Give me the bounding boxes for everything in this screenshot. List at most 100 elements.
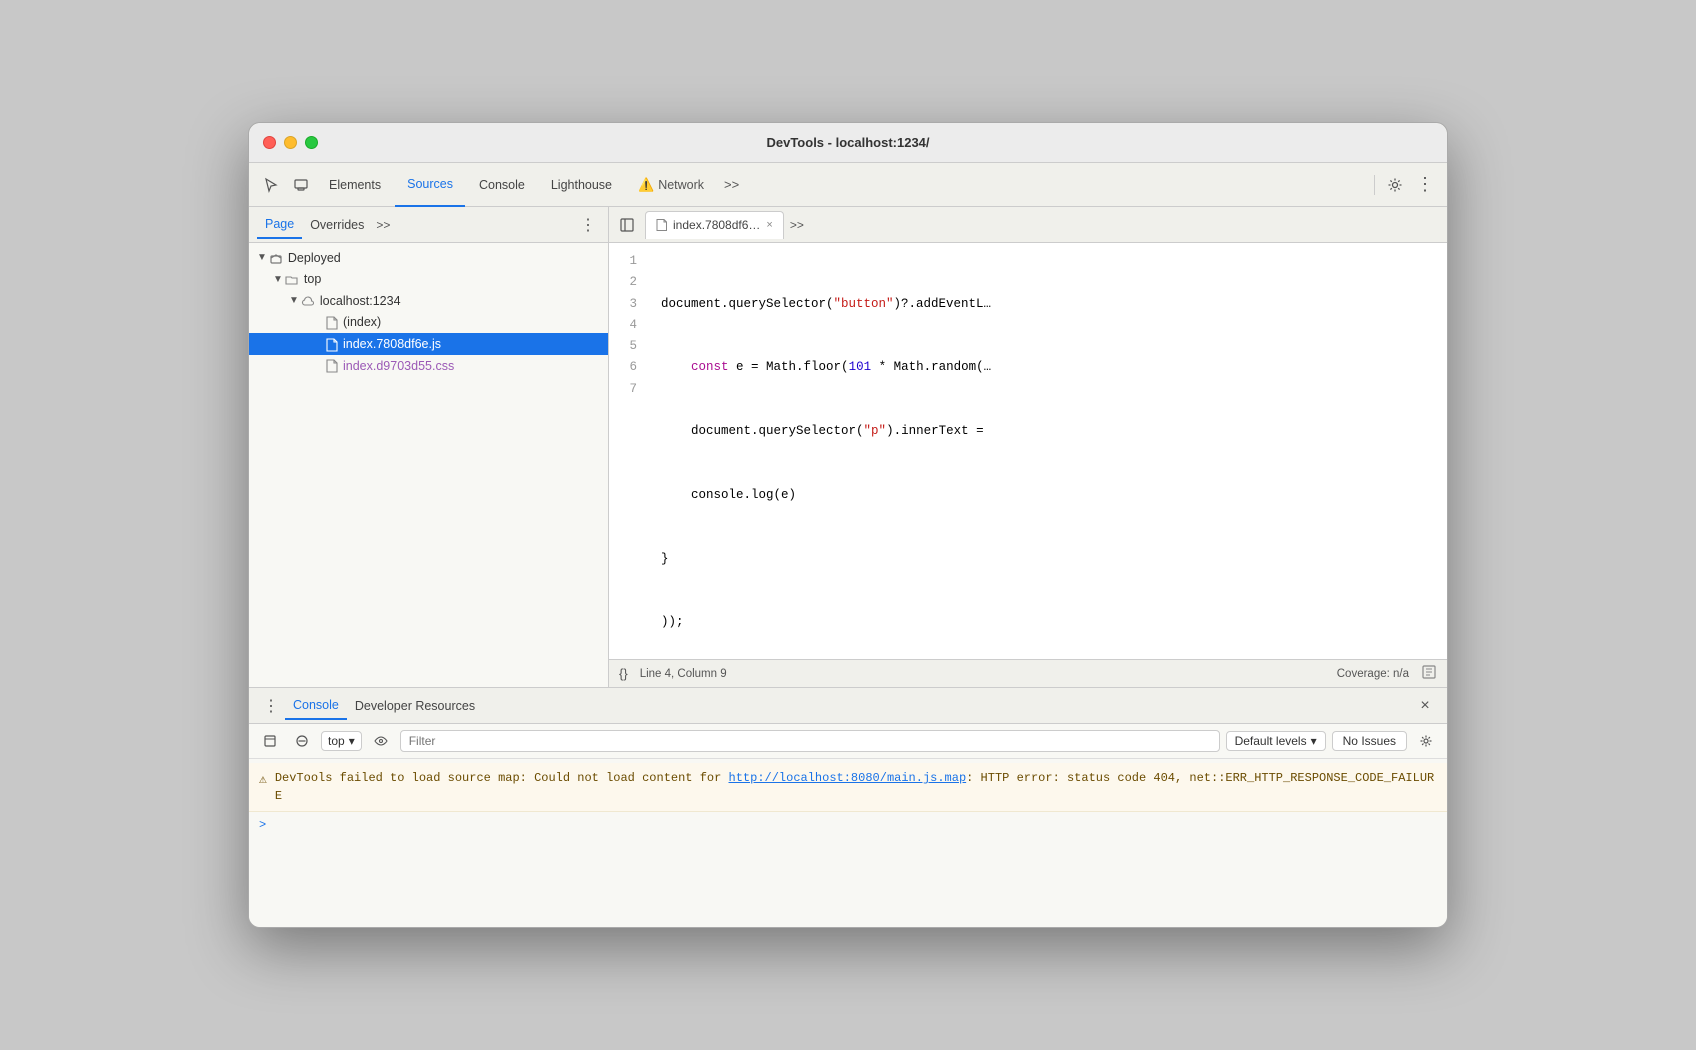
cube-icon xyxy=(269,250,283,266)
editor-tab-label: index.7808df6… xyxy=(673,218,760,232)
tab-console[interactable]: Console xyxy=(467,163,537,207)
context-label: top xyxy=(328,734,345,748)
console-filter-input[interactable] xyxy=(400,730,1220,752)
deployed-label: Deployed xyxy=(288,251,341,265)
console-settings-icon[interactable] xyxy=(1413,728,1439,754)
lp-tabs-more[interactable]: >> xyxy=(372,218,394,232)
console-dots-button[interactable]: ⋮ xyxy=(257,696,285,716)
console-header: ⋮ Console Developer Resources × xyxy=(249,688,1447,724)
left-panel-tab-bar: Page Overrides >> ⋮ xyxy=(249,207,608,243)
indexjs-label: index.7808df6e.js xyxy=(343,337,441,351)
top-label: top xyxy=(304,272,321,286)
file-tree: ▼ Deployed ▼ xyxy=(249,243,608,687)
context-dropdown-icon: ▾ xyxy=(349,734,355,748)
minimize-button[interactable] xyxy=(284,136,297,149)
editor-tab-close[interactable]: × xyxy=(766,219,772,231)
console-warning-message: ⚠ DevTools failed to load source map: Co… xyxy=(249,763,1447,812)
window-title: DevTools - localhost:1234/ xyxy=(766,135,929,150)
console-tab-label: Console xyxy=(293,698,339,712)
console-messages: ⚠ DevTools failed to load source map: Co… xyxy=(249,759,1447,927)
coverage-label: Coverage: n/a xyxy=(1337,668,1409,680)
title-bar: DevTools - localhost:1234/ xyxy=(249,123,1447,163)
console-issues-button[interactable]: No Issues xyxy=(1332,731,1407,751)
format-button[interactable] xyxy=(1421,664,1437,683)
devtools-tab-bar: Elements Sources Console Lighthouse ⚠️ N… xyxy=(249,163,1447,207)
tab-network-label: Network xyxy=(658,178,704,192)
console-levels-selector[interactable]: Default levels ▾ xyxy=(1226,731,1326,751)
tab-elements[interactable]: Elements xyxy=(317,163,393,207)
levels-label: Default levels xyxy=(1235,734,1307,748)
localhost-label: localhost:1234 xyxy=(320,294,401,308)
tabs-more-button[interactable]: >> xyxy=(718,177,745,192)
lp-dots-button[interactable]: ⋮ xyxy=(576,215,600,235)
editor-tab-bar: index.7808df6… × >> xyxy=(609,207,1447,243)
console-tab-console[interactable]: Console xyxy=(285,692,347,720)
more-options-icon[interactable]: ⋮ xyxy=(1411,171,1439,199)
indexcss-label: index.d9703d55.css xyxy=(343,359,454,373)
code-content: document.querySelector("button")?.addEve… xyxy=(649,251,1447,651)
warning-icon: ⚠ xyxy=(259,770,267,790)
tab-console-label: Console xyxy=(479,178,525,192)
window-controls xyxy=(263,136,318,149)
cloud-icon xyxy=(301,293,315,309)
tree-item-index[interactable]: (index) xyxy=(249,312,608,334)
dev-resources-label: Developer Resources xyxy=(355,699,475,713)
console-prompt[interactable]: > xyxy=(249,812,1447,838)
cursor-icon[interactable] xyxy=(257,171,285,199)
tab-sources[interactable]: Sources xyxy=(395,163,465,207)
devtools-body: Page Overrides >> ⋮ ▼ xyxy=(249,207,1447,927)
file-icon xyxy=(325,315,338,331)
index-label: (index) xyxy=(343,315,381,329)
network-warn-icon: ⚠️ xyxy=(638,177,654,193)
close-button[interactable] xyxy=(263,136,276,149)
devtools-main: Page Overrides >> ⋮ ▼ xyxy=(249,207,1447,687)
editor-tabs-more[interactable]: >> xyxy=(784,218,810,232)
dots-icon: ⋮ xyxy=(1416,174,1434,195)
panel-layout-icon[interactable] xyxy=(613,211,641,239)
tab-lighthouse[interactable]: Lighthouse xyxy=(539,163,624,207)
file-css-icon xyxy=(325,358,338,374)
line-numbers: 1 2 3 4 5 6 7 xyxy=(609,251,649,651)
console-context-selector[interactable]: top ▾ xyxy=(321,731,362,751)
tab-sources-label: Sources xyxy=(407,177,453,191)
device-toggle-icon[interactable] xyxy=(287,171,315,199)
toolbar-separator xyxy=(1374,175,1375,195)
file-js-icon xyxy=(325,336,338,352)
tree-item-deployed[interactable]: ▼ Deployed xyxy=(249,247,608,269)
console-clear-button[interactable] xyxy=(289,728,315,754)
tree-arrow-deployed: ▼ xyxy=(257,252,267,263)
folder-icon xyxy=(285,272,299,288)
tree-arrow-localhost: ▼ xyxy=(289,295,299,306)
levels-dropdown-icon: ▾ xyxy=(1311,734,1317,748)
code-editor[interactable]: 1 2 3 4 5 6 7 document.querySelector("bu… xyxy=(609,243,1447,659)
console-tab-dev-resources[interactable]: Developer Resources xyxy=(347,693,483,719)
tree-item-top[interactable]: ▼ top xyxy=(249,269,608,291)
console-section: ⋮ Console Developer Resources × xyxy=(249,687,1447,927)
cursor-position: Line 4, Column 9 xyxy=(640,668,1325,680)
warning-text: DevTools failed to load source map: Coul… xyxy=(275,769,1437,805)
tab-elements-label: Elements xyxy=(329,178,381,192)
devtools-window: DevTools - localhost:1234/ Elements Sour… xyxy=(248,122,1448,928)
tab-lighthouse-label: Lighthouse xyxy=(551,178,612,192)
tree-item-localhost[interactable]: ▼ localhost:1234 xyxy=(249,290,608,312)
console-play-button[interactable] xyxy=(257,728,283,754)
lp-tab-page[interactable]: Page xyxy=(257,211,302,239)
tree-item-indexjs[interactable]: index.7808df6e.js xyxy=(249,333,608,355)
prompt-chevron: > xyxy=(259,818,266,832)
maximize-button[interactable] xyxy=(305,136,318,149)
console-eye-button[interactable] xyxy=(368,728,394,754)
issues-label: No Issues xyxy=(1343,734,1396,748)
console-close-button[interactable]: × xyxy=(1411,692,1439,720)
source-map-link[interactable]: http://localhost:8080/main.js.map xyxy=(729,771,967,785)
format-braces-icon[interactable]: {} xyxy=(619,666,628,681)
lp-tab-overrides-label: Overrides xyxy=(310,218,364,232)
tree-arrow-top: ▼ xyxy=(273,274,283,285)
console-toolbar: top ▾ Default levels ▾ No Issues xyxy=(249,724,1447,759)
left-panel: Page Overrides >> ⋮ ▼ xyxy=(249,207,609,687)
tab-network[interactable]: ⚠️ Network xyxy=(626,163,716,207)
lp-tab-page-label: Page xyxy=(265,217,294,231)
settings-gear-icon[interactable] xyxy=(1381,171,1409,199)
editor-tab-indexjs[interactable]: index.7808df6… × xyxy=(645,211,784,239)
tree-item-indexcss[interactable]: index.d9703d55.css xyxy=(249,355,608,377)
lp-tab-overrides[interactable]: Overrides xyxy=(302,212,372,238)
